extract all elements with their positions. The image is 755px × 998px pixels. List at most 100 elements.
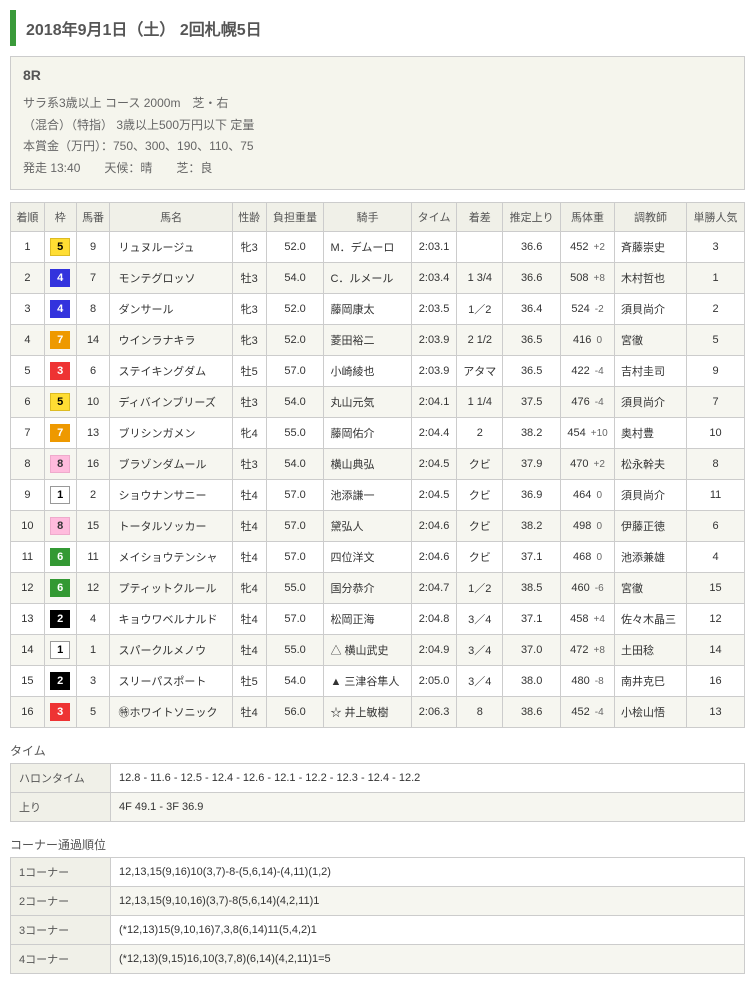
cell-trainer: 須貝尚介 [615,294,687,325]
cell-num: 14 [76,325,110,356]
cell-trainer: 斉藤崇史 [615,232,687,263]
cell-time: 2:03.1 [411,232,457,263]
cell-rank: 15 [11,666,45,697]
cell-bw: 508 +8 [561,263,615,294]
cell-waku: 8 [44,449,76,480]
cell-time: 2:03.9 [411,325,457,356]
table-row: 159リュヌルージュ牝352.0M．デムーロ2:03.136.6452 +2斉藤… [11,232,745,263]
col-header: 性齢 [232,203,266,232]
corner-row: 1コーナー12,13,15(9,16)10(3,7)-8-(5,6,14)-(4… [11,858,745,887]
cell-jockey: 藤岡康太 [324,294,411,325]
cell-name: ブリシンガメン [110,418,232,449]
table-row: 7713ブリシンガメン牝455.0藤岡佑介2:04.4238.2454 +10奥… [11,418,745,449]
cell-sa: 牡3 [232,263,266,294]
agari-value: 4F 49.1 - 3F 36.9 [111,793,745,822]
cell-wt: 55.0 [266,635,324,666]
cell-time: 2:04.4 [411,418,457,449]
cell-wt: 55.0 [266,418,324,449]
cell-waku: 2 [44,666,76,697]
cell-trainer: 木村哲也 [615,263,687,294]
cell-num: 5 [76,697,110,728]
cell-num: 4 [76,604,110,635]
cell-pop: 8 [687,449,745,480]
cell-sa: 牡4 [232,511,266,542]
cell-rank: 16 [11,697,45,728]
cell-waku: 7 [44,418,76,449]
cell-bw: 472 +8 [561,635,615,666]
cell-wt: 52.0 [266,325,324,356]
cell-waku: 1 [44,480,76,511]
cell-trainer: 吉村圭司 [615,356,687,387]
cell-trainer: 宮徹 [615,325,687,356]
cell-jockey: 菱田裕二 [324,325,411,356]
race-info-box: 8R サラ系3歳以上 コース 2000m 芝・右 （混合）（特指） 3歳以上50… [10,56,745,190]
cell-agari: 36.5 [503,325,561,356]
col-header: 単勝人気 [687,203,745,232]
cell-num: 8 [76,294,110,325]
cell-num: 13 [76,418,110,449]
cell-num: 6 [76,356,110,387]
cell-jockey: △ 横山武史 [324,635,411,666]
cell-time: 2:04.6 [411,542,457,573]
corner-row: 3コーナー(*12,13)15(9,10,16)7,3,8(6,14)11(5,… [11,916,745,945]
cell-name: メイショウテンシャ [110,542,232,573]
cell-bw: 470 +2 [561,449,615,480]
time-section-title: タイム [10,742,745,759]
cell-time: 2:03.9 [411,356,457,387]
col-header: 馬名 [110,203,232,232]
table-row: 1411スパークルメノウ牡455.0△ 横山武史2:04.93／437.0472… [11,635,745,666]
cell-bw: 452 +2 [561,232,615,263]
cell-rank: 6 [11,387,45,418]
cell-pop: 9 [687,356,745,387]
cell-trainer: 松永幹夫 [615,449,687,480]
cell-bw: 454 +10 [561,418,615,449]
cell-rank: 8 [11,449,45,480]
table-row: 1324キョウワベルナルド牡457.0松岡正海2:04.83／437.1458 … [11,604,745,635]
col-header: タイム [411,203,457,232]
table-row: 4714ウインラナキラ牝352.0菱田裕二2:03.92 1/236.5416 … [11,325,745,356]
cell-time: 2:04.8 [411,604,457,635]
cell-name: トータルソッカー [110,511,232,542]
race-line-1: サラ系3歳以上 コース 2000m 芝・右 [23,93,732,115]
cell-agari: 36.6 [503,263,561,294]
cell-margin: クビ [457,542,503,573]
cell-rank: 14 [11,635,45,666]
cell-wt: 54.0 [266,387,324,418]
cell-bw: 480 -8 [561,666,615,697]
cell-name: プティットクルール [110,573,232,604]
table-row: 1635㊕ホワイトソニック牡456.0☆ 井上敏樹2:06.3838.6452 … [11,697,745,728]
cell-waku: 1 [44,635,76,666]
cell-bw: 468 0 [561,542,615,573]
cell-rank: 4 [11,325,45,356]
cell-pop: 12 [687,604,745,635]
cell-waku: 4 [44,294,76,325]
cell-sa: 牝4 [232,418,266,449]
cell-rank: 5 [11,356,45,387]
cell-time: 2:03.4 [411,263,457,294]
cell-waku: 5 [44,387,76,418]
cell-wt: 55.0 [266,573,324,604]
cell-rank: 7 [11,418,45,449]
cell-waku: 7 [44,325,76,356]
table-row: 1523スリーパスポート牡554.0▲ 三津谷隼人2:05.03／438.048… [11,666,745,697]
cell-pop: 6 [687,511,745,542]
cell-margin: 8 [457,697,503,728]
col-header: 着差 [457,203,503,232]
cell-name: ダンサール [110,294,232,325]
cell-waku: 8 [44,511,76,542]
cell-jockey: ☆ 井上敏樹 [324,697,411,728]
corner-label: 2コーナー [11,887,111,916]
table-row: 6510ディバインブリーズ牡354.0丸山元気2:04.11 1/437.547… [11,387,745,418]
cell-bw: 498 0 [561,511,615,542]
cell-num: 1 [76,635,110,666]
table-row: 348ダンサール牝352.0藤岡康太2:03.51／236.4524 -2須貝尚… [11,294,745,325]
cell-num: 11 [76,542,110,573]
cell-bw: 422 -4 [561,356,615,387]
cell-rank: 2 [11,263,45,294]
cell-margin: 3／4 [457,604,503,635]
cell-sa: 牡4 [232,604,266,635]
cell-num: 9 [76,232,110,263]
cell-name: ディバインブリーズ [110,387,232,418]
cell-sa: 牝3 [232,294,266,325]
cell-wt: 52.0 [266,232,324,263]
